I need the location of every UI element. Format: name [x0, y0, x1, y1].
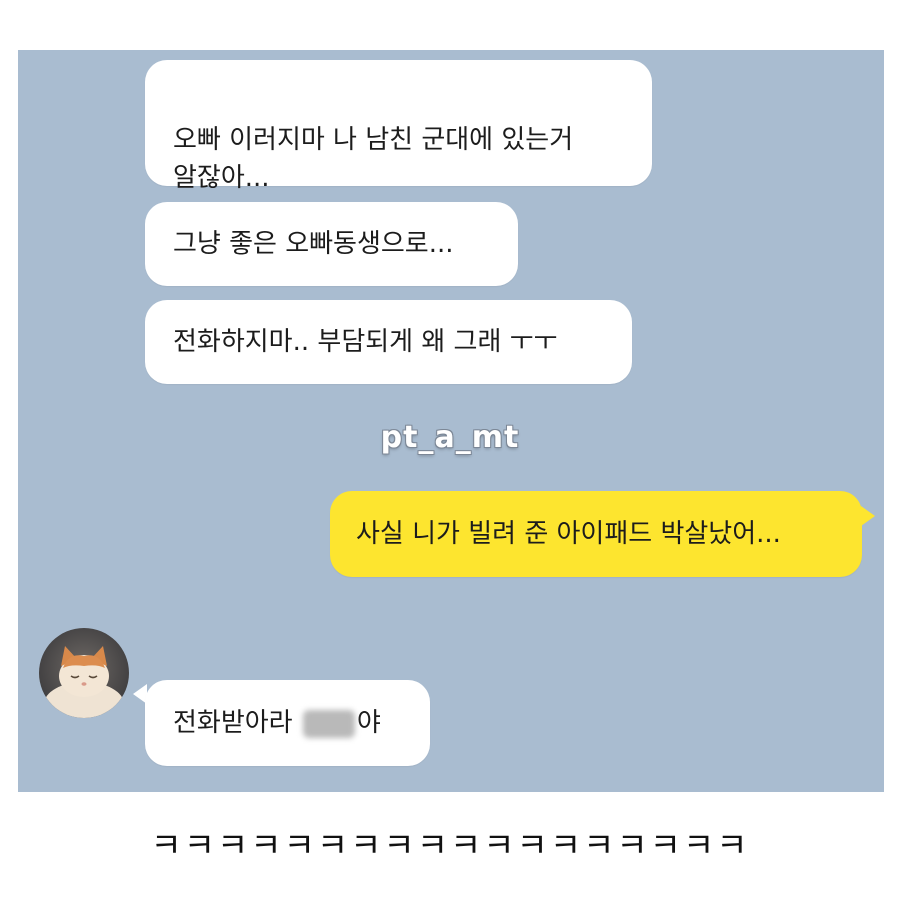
message-text: 그냥 좋은 오빠동생으로... [173, 229, 454, 259]
cat-avatar-icon[interactable] [39, 628, 129, 718]
blurred-name [302, 709, 355, 738]
message-text-after: 야 [356, 708, 381, 738]
message-text: 오빠 이러지마 나 남친 군대에 있는거 알잖아... [173, 125, 574, 193]
message-text: 전화하지마.. 부담되게 왜 그래 ㅜㅜ [173, 327, 558, 357]
message-text-before: 전화받아라 [173, 708, 293, 738]
watermark: pt_a_mt [380, 420, 520, 455]
message-bubble-received[interactable]: 전화하지마.. 부담되게 왜 그래 ㅜㅜ [145, 300, 632, 384]
bubble-tail-sent [861, 506, 875, 526]
message-bubble-received[interactable]: 그냥 좋은 오빠동생으로... [145, 202, 518, 286]
message-bubble-received[interactable]: 오빠 이러지마 나 남친 군대에 있는거 알잖아... [145, 60, 652, 193]
caption: ㅋㅋㅋㅋㅋㅋㅋㅋㅋㅋㅋㅋㅋㅋㅋㅋㅋㅋ [150, 826, 750, 866]
message-bubble-sent[interactable]: 사실 니가 빌려 준 아이패드 박살났어... [330, 491, 862, 577]
message-text: 사실 니가 빌려 준 아이패드 박살났어... [356, 519, 781, 549]
message-bubble-received[interactable]: 전화받아라 야 [145, 680, 430, 766]
